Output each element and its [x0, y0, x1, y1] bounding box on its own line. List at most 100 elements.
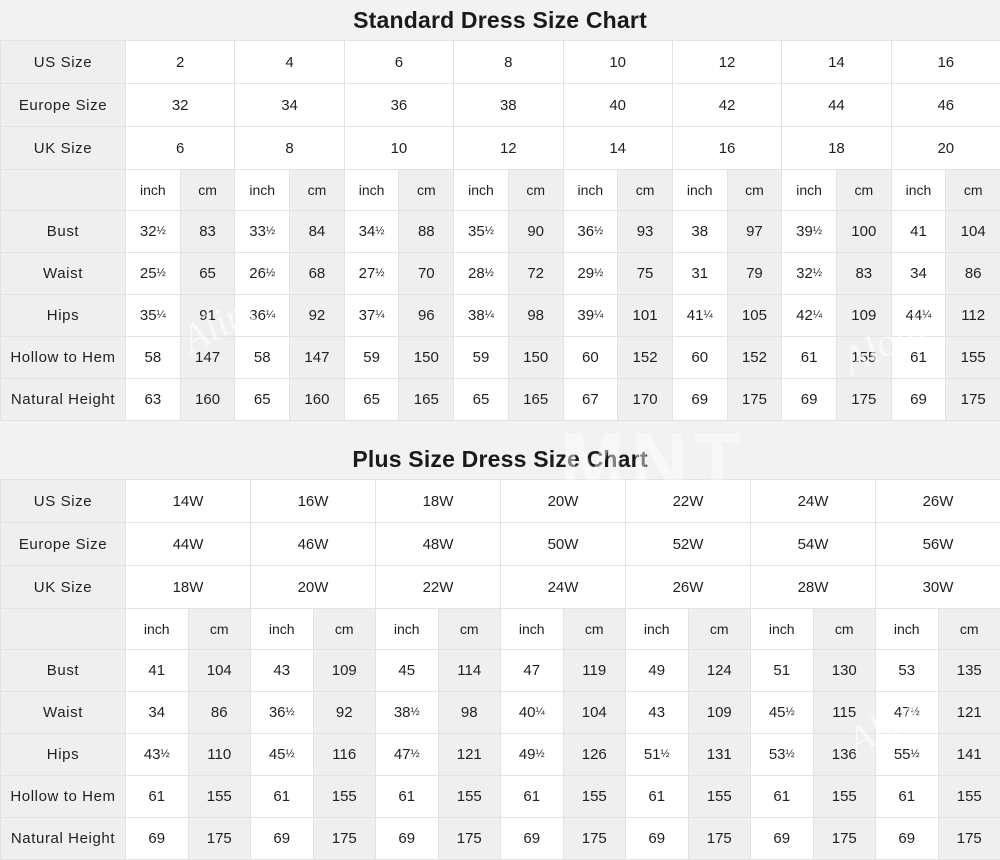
measurement-cell: 31: [672, 253, 727, 295]
measurement-cell: 47: [501, 650, 564, 692]
size-value-cell: 24W: [751, 480, 876, 523]
measurement-cell: 43: [251, 650, 314, 692]
size-value-cell: 50W: [501, 523, 626, 566]
measurement-cell: 58: [235, 337, 290, 379]
measurement-cell: 53: [876, 650, 939, 692]
unit-cell: cm: [836, 170, 891, 211]
size-value-cell: 38: [454, 84, 563, 127]
measurement-cell: 25½: [126, 253, 181, 295]
unit-cell: cm: [938, 609, 1000, 650]
unit-cell: inch: [376, 609, 439, 650]
measurement-row: Hollow to Hem611556115561155611556115561…: [1, 776, 1000, 818]
measurement-cell: 165: [399, 379, 454, 421]
measurement-cell: 55½: [876, 734, 939, 776]
measurement-cell: 96: [399, 295, 454, 337]
measurement-cell: 47½: [376, 734, 439, 776]
measurement-cell: 147: [180, 337, 235, 379]
measurement-cell: 49: [626, 650, 689, 692]
unit-cell: inch: [126, 609, 189, 650]
measurement-cell: 86: [946, 253, 1000, 295]
size-value-cell: 46: [891, 84, 1000, 127]
row-label: Bust: [1, 211, 126, 253]
measurement-cell: 115: [813, 692, 876, 734]
size-value-cell: 26W: [876, 480, 1000, 523]
measurement-row: Waist348636½9238½9840¼1044310945½11547½1…: [1, 692, 1000, 734]
measurement-cell: 61: [782, 337, 837, 379]
measurement-cell: 29½: [563, 253, 618, 295]
measurement-cell: 43: [626, 692, 689, 734]
measurement-cell: 101: [618, 295, 673, 337]
measurement-cell: 92: [290, 295, 345, 337]
measurement-cell: 141: [938, 734, 1000, 776]
measurement-cell: 155: [836, 337, 891, 379]
measurement-cell: 104: [188, 650, 251, 692]
measurement-cell: 39½: [782, 211, 837, 253]
unit-cell: cm: [188, 609, 251, 650]
measurement-cell: 70: [399, 253, 454, 295]
size-value-cell: 52W: [626, 523, 751, 566]
unit-cell: inch: [672, 170, 727, 211]
unit-cell: inch: [251, 609, 314, 650]
size-value-cell: 6: [126, 127, 235, 170]
size-value-cell: 22W: [376, 566, 501, 609]
measurement-cell: 147: [290, 337, 345, 379]
size-header-row: US Size246810121416: [1, 41, 1000, 84]
size-header-row: Europe Size3234363840424446: [1, 84, 1000, 127]
measurement-cell: 69: [876, 818, 939, 860]
size-value-cell: 24W: [501, 566, 626, 609]
measurement-cell: 86: [188, 692, 251, 734]
unit-cell: cm: [618, 170, 673, 211]
row-label: Natural Height: [1, 379, 126, 421]
size-value-cell: 10: [344, 127, 453, 170]
measurement-cell: 109: [836, 295, 891, 337]
row-label: US Size: [1, 41, 126, 84]
unit-cell: cm: [313, 609, 376, 650]
row-label: Bust: [1, 650, 126, 692]
measurement-cell: 104: [563, 692, 626, 734]
size-value-cell: 20W: [501, 480, 626, 523]
size-value-cell: 22W: [626, 480, 751, 523]
measurement-cell: 155: [946, 337, 1000, 379]
measurement-cell: 35½: [454, 211, 509, 253]
size-header-row: UK Size18W20W22W24W26W28W30W: [1, 566, 1000, 609]
measurement-cell: 51½: [626, 734, 689, 776]
measurement-cell: 155: [563, 776, 626, 818]
measurement-cell: 124: [688, 650, 751, 692]
measurement-cell: 150: [508, 337, 563, 379]
measurement-cell: 59: [344, 337, 399, 379]
measurement-cell: 28½: [454, 253, 509, 295]
measurement-cell: 60: [563, 337, 618, 379]
measurement-cell: 41: [891, 211, 946, 253]
unit-cell: inch: [563, 170, 618, 211]
measurement-cell: 65: [454, 379, 509, 421]
measurement-cell: 36¼: [235, 295, 290, 337]
measurement-cell: 175: [727, 379, 782, 421]
measurement-cell: 61: [126, 776, 189, 818]
measurement-cell: 72: [508, 253, 563, 295]
size-value-cell: 26W: [626, 566, 751, 609]
measurement-cell: 175: [813, 818, 876, 860]
size-value-cell: 4: [235, 41, 344, 84]
measurement-cell: 93: [618, 211, 673, 253]
measurement-cell: 75: [618, 253, 673, 295]
measurement-cell: 69: [782, 379, 837, 421]
size-value-cell: 28W: [751, 566, 876, 609]
measurement-row: Bust32½8333½8434½8835½9036½93389739½1004…: [1, 211, 1000, 253]
unit-cell: cm: [180, 170, 235, 211]
measurement-cell: 26½: [235, 253, 290, 295]
measurement-cell: 61: [501, 776, 564, 818]
measurement-cell: 104: [946, 211, 1000, 253]
unit-cell: cm: [727, 170, 782, 211]
measurement-cell: 175: [688, 818, 751, 860]
measurement-cell: 38¼: [454, 295, 509, 337]
size-value-cell: 54W: [751, 523, 876, 566]
measurement-cell: 175: [313, 818, 376, 860]
measurement-cell: 100: [836, 211, 891, 253]
size-chart-page: Standard Dress Size Chart US Size2468101…: [0, 0, 1000, 800]
measurement-cell: 34: [891, 253, 946, 295]
measurement-cell: 49½: [501, 734, 564, 776]
size-value-cell: 14W: [126, 480, 251, 523]
row-label-blank: [1, 170, 126, 211]
standard-size-table: US Size246810121416Europe Size3234363840…: [0, 40, 1000, 421]
measurement-cell: 35¼: [126, 295, 181, 337]
